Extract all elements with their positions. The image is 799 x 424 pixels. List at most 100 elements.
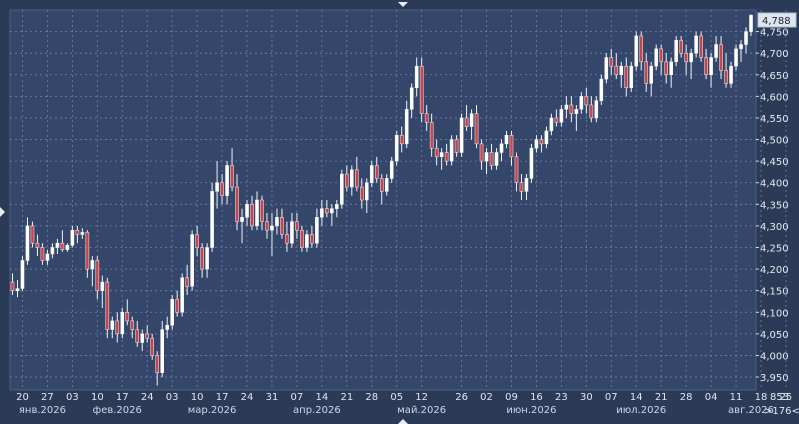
day-tick-label: 07 bbox=[605, 392, 618, 403]
candle-body bbox=[614, 65, 619, 76]
day-tick-label: 12 bbox=[415, 392, 428, 403]
day-tick-label: 11 bbox=[730, 392, 743, 403]
candle-body bbox=[40, 247, 45, 261]
candle-body bbox=[55, 242, 60, 248]
day-tick-label: 03 bbox=[66, 392, 79, 403]
day-tick-label: 20 bbox=[16, 392, 29, 403]
candle-body bbox=[260, 199, 264, 222]
candle-body bbox=[230, 165, 234, 188]
price-tick-label: 4,350 bbox=[760, 200, 789, 211]
day-tick-label: 21 bbox=[655, 392, 668, 403]
candle-body bbox=[734, 48, 738, 67]
candle-body bbox=[295, 221, 299, 231]
candle bbox=[634, 31, 639, 71]
candle-body bbox=[634, 35, 639, 67]
candle-body bbox=[669, 61, 673, 76]
day-tick-label: 07 bbox=[291, 392, 304, 403]
candle-body bbox=[30, 225, 35, 244]
candle-body bbox=[704, 57, 708, 76]
candle-body bbox=[654, 48, 658, 67]
day-tick-label: 21 bbox=[340, 392, 353, 403]
candle-body bbox=[729, 65, 733, 84]
candle-body bbox=[75, 229, 80, 235]
price-tick-label: 4,550 bbox=[760, 114, 789, 125]
candle bbox=[674, 35, 678, 67]
day-tick-label: 10 bbox=[191, 392, 204, 403]
candle-body bbox=[215, 182, 219, 192]
candle-body bbox=[175, 299, 179, 313]
day-tick-label: 26 bbox=[455, 392, 468, 403]
candle-body bbox=[554, 117, 559, 123]
candle-body bbox=[305, 234, 309, 248]
candle-body bbox=[499, 143, 504, 153]
candle-body bbox=[235, 186, 239, 222]
candle-body bbox=[439, 152, 444, 158]
candle-body bbox=[429, 122, 434, 149]
candle-body bbox=[210, 191, 214, 248]
candle-body bbox=[449, 139, 454, 162]
price-tick-label: 4,600 bbox=[760, 92, 789, 103]
candle bbox=[599, 74, 604, 105]
candle-body bbox=[744, 31, 748, 45]
candle-body bbox=[335, 204, 339, 209]
candle-body bbox=[584, 96, 589, 106]
candle-body bbox=[619, 65, 624, 76]
candle-body bbox=[140, 333, 145, 343]
candle-body bbox=[200, 247, 204, 270]
candle-body bbox=[355, 169, 359, 188]
candle bbox=[170, 295, 174, 330]
candle bbox=[529, 143, 534, 183]
day-tick-label: 10 bbox=[91, 392, 104, 403]
candle-body bbox=[624, 65, 629, 88]
candle-body bbox=[340, 173, 344, 205]
day-tick-label: 17 bbox=[216, 392, 229, 403]
candle-body bbox=[275, 217, 279, 227]
candle bbox=[20, 256, 25, 291]
candle bbox=[340, 169, 344, 209]
candle-body bbox=[529, 147, 534, 179]
candle-body bbox=[659, 48, 663, 63]
candle-body bbox=[35, 242, 40, 248]
price-tick-label: 4,700 bbox=[760, 49, 789, 60]
candle-body bbox=[220, 182, 224, 196]
day-tick-label: 05 bbox=[390, 392, 403, 403]
candle-body bbox=[679, 39, 683, 54]
candle bbox=[105, 277, 110, 339]
day-tick-label: 14 bbox=[630, 392, 643, 403]
price-tick-label: 4,400 bbox=[760, 179, 789, 190]
candle-body bbox=[719, 44, 723, 71]
candle-body bbox=[100, 281, 105, 291]
candle-body bbox=[110, 320, 115, 330]
candle-body bbox=[459, 117, 464, 153]
candle-body bbox=[115, 320, 120, 335]
candle bbox=[459, 113, 464, 157]
candle bbox=[449, 135, 454, 166]
candle-body bbox=[325, 208, 329, 214]
candle-body bbox=[664, 61, 668, 76]
price-tick-label: 4,750 bbox=[760, 28, 789, 39]
candle-body bbox=[185, 277, 189, 287]
price-tick-label: 4,000 bbox=[760, 351, 789, 362]
candle-body bbox=[604, 57, 609, 80]
candle-body bbox=[350, 169, 354, 188]
month-tick-label: апр.2026 bbox=[293, 405, 341, 416]
candle-body bbox=[649, 65, 654, 84]
price-tick-label: 4,100 bbox=[760, 308, 789, 319]
candle-body bbox=[689, 52, 693, 63]
candle bbox=[604, 53, 609, 84]
candle-body bbox=[190, 234, 194, 287]
candle-body bbox=[10, 281, 15, 291]
price-tick-label: 4,450 bbox=[760, 157, 789, 168]
candle-body bbox=[739, 44, 743, 50]
candle-body bbox=[180, 277, 184, 313]
candle-body bbox=[195, 234, 199, 248]
price-tick-label: 4,150 bbox=[760, 287, 789, 298]
candle bbox=[120, 307, 125, 339]
candle-body bbox=[434, 147, 439, 158]
day-tick-label: 31 bbox=[266, 392, 279, 403]
candle bbox=[210, 182, 214, 252]
candle-body bbox=[285, 234, 289, 244]
candle-body bbox=[644, 61, 649, 84]
candle-body bbox=[384, 178, 389, 192]
candle-body bbox=[330, 208, 334, 214]
